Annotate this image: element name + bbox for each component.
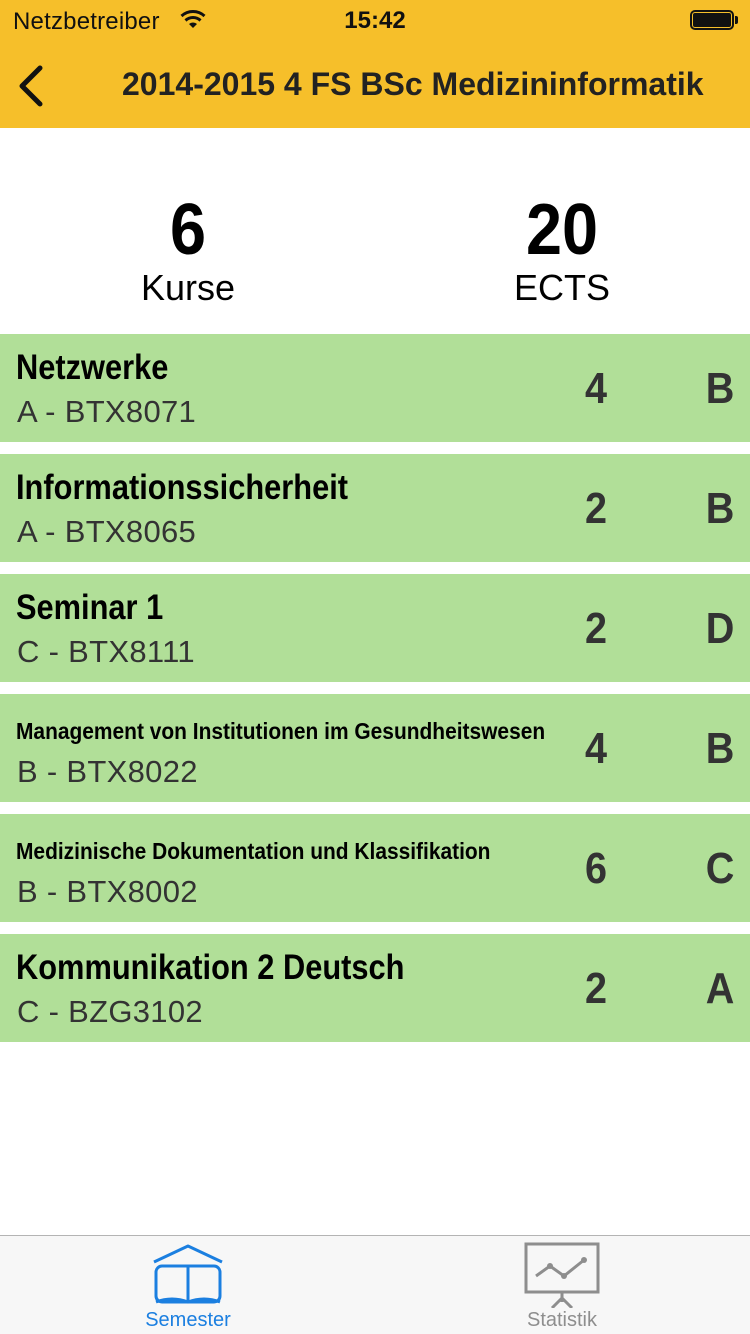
status-time: 15:42 — [344, 7, 406, 34]
course-row[interactable]: Management von Institutionen im Gesundhe… — [0, 694, 750, 802]
course-ects: 6 — [584, 844, 608, 893]
course-name: Netzwerke — [16, 348, 169, 387]
course-ects: 4 — [584, 364, 608, 413]
course-grade: C — [705, 844, 735, 893]
course-ects: 2 — [584, 604, 608, 653]
back-button[interactable] — [12, 58, 56, 114]
course-name: Informationssicherheit — [16, 468, 349, 507]
course-code: A - BTX8065 — [17, 514, 197, 549]
tab-statistik[interactable]: Statistik — [462, 1236, 662, 1334]
course-list: Netzwerke A - BTX8071 4 B Informationssi… — [0, 334, 750, 1054]
ects-label: ECTS — [513, 267, 610, 308]
course-grade: A — [705, 964, 735, 1013]
course-row[interactable]: Medizinische Dokumentation und Klassifik… — [0, 814, 750, 922]
navigation-header: Netzbetreiber 15:42 2014-2015 4 FS BSc M… — [0, 0, 750, 128]
course-row[interactable]: Seminar 1 C - BTX8111 2 D — [0, 574, 750, 682]
course-code: B - BTX8022 — [17, 754, 198, 789]
tab-statistik-label: Statistik — [526, 1309, 598, 1331]
course-grade: B — [705, 484, 735, 533]
course-row[interactable]: Informationssicherheit A - BTX8065 2 B — [0, 454, 750, 562]
status-bar: Netzbetreiber 15:42 — [0, 0, 750, 40]
course-code: C - BTX8111 — [17, 634, 195, 669]
course-grade: B — [705, 364, 735, 413]
course-code: B - BTX8002 — [17, 874, 198, 909]
course-row[interactable]: Kommunikation 2 Deutsch C - BZG3102 2 A — [0, 934, 750, 1042]
course-ects: 4 — [584, 724, 608, 773]
tab-semester-label: Semester — [145, 1309, 231, 1331]
course-name: Kommunikation 2 Deutsch — [16, 948, 405, 987]
page-title: 2014-2015 4 FS BSc Medizininformatik — [122, 66, 704, 102]
chart-board-icon — [524, 1242, 600, 1308]
book-icon — [153, 1244, 223, 1304]
battery-icon — [690, 10, 738, 30]
courses-count: 6 — [169, 190, 207, 270]
course-code: C - BZG3102 — [17, 994, 203, 1029]
tab-bar: Semester Statistik — [0, 1235, 750, 1334]
semester-summary: 6 Kurse 20 ECTS — [0, 190, 750, 320]
chevron-left-icon — [19, 65, 43, 107]
course-code: A - BTX8071 — [17, 394, 197, 429]
course-ects: 2 — [584, 484, 608, 533]
course-grade: B — [705, 724, 735, 773]
course-name: Seminar 1 — [16, 588, 164, 627]
course-name: Management von Institutionen im Gesundhe… — [16, 718, 546, 744]
course-ects: 2 — [584, 964, 608, 1013]
ects-stat: 20 ECTS — [412, 190, 712, 308]
tab-semester[interactable]: Semester — [88, 1236, 288, 1334]
course-grade: D — [705, 604, 735, 653]
ects-total: 20 — [525, 190, 599, 270]
app-screen: Netzbetreiber 15:42 2014-2015 4 FS BSc M… — [0, 0, 750, 1334]
courses-label: Kurse — [140, 267, 236, 308]
course-name: Medizinische Dokumentation und Klassifik… — [16, 838, 491, 864]
course-row[interactable]: Netzwerke A - BTX8071 4 B — [0, 334, 750, 442]
courses-stat: 6 Kurse — [38, 190, 338, 308]
